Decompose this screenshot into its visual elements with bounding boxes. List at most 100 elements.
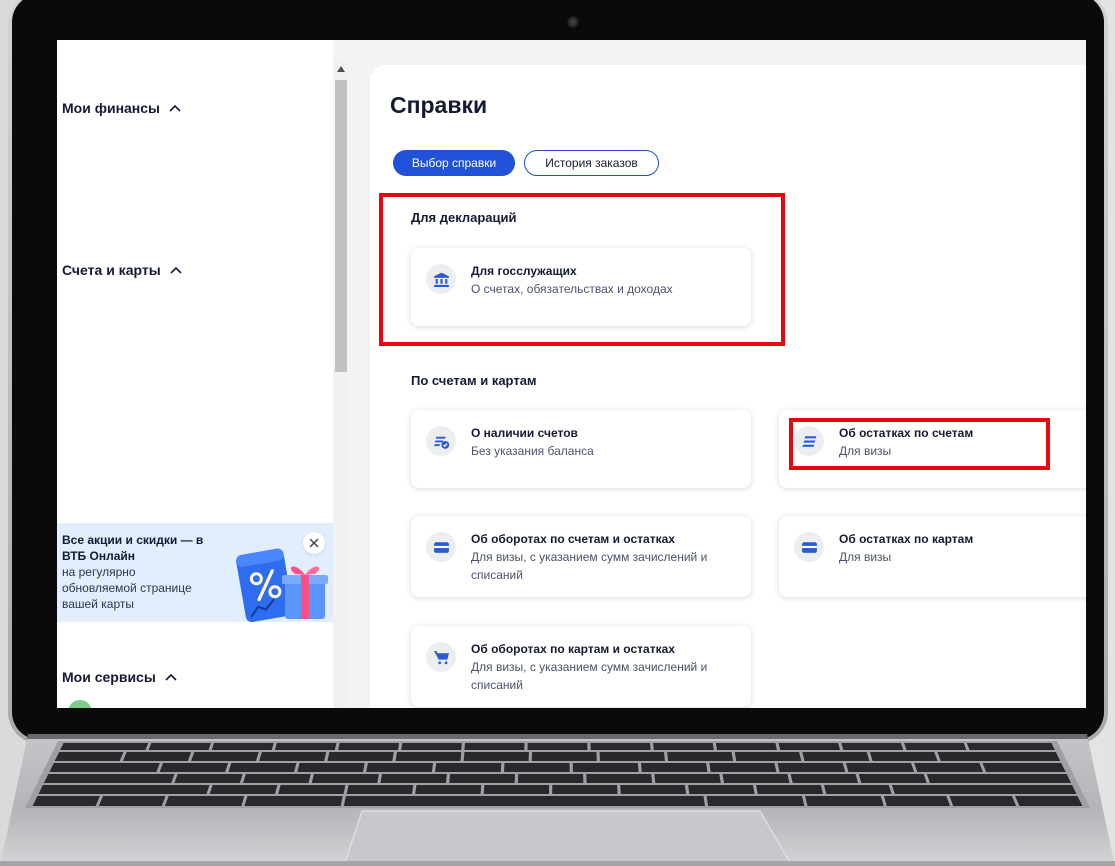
- webcam: [567, 16, 579, 28]
- keyboard-key: [706, 796, 805, 806]
- card-title: Для госслужащих: [471, 264, 577, 278]
- laptop-front-edge: [0, 861, 1115, 866]
- card-text: Об остатках по счетам Для визы: [839, 424, 1086, 460]
- keyboard-key: [338, 743, 400, 750]
- sidebar: Мои финансы Счета и карты Все акции и ск…: [57, 40, 333, 708]
- keyboard-key: [174, 774, 243, 783]
- sidebar-section-my-finances[interactable]: Мои финансы: [62, 98, 181, 118]
- certificate-card-account-balances[interactable]: Об остатках по счетам Для визы: [779, 410, 1086, 488]
- keyboard-key: [60, 743, 149, 750]
- keyboard-key: [756, 785, 824, 794]
- keyboard-key: [824, 785, 892, 794]
- tab-choose-certificate[interactable]: Выбор справки: [393, 150, 515, 176]
- keyboard-key: [415, 785, 482, 794]
- card-subtitle: Для визы, с указанием сумм зачислений и …: [471, 660, 708, 692]
- keyboard-key: [274, 743, 337, 750]
- keyboard-key: [937, 752, 1061, 761]
- keyboard-key: [449, 774, 515, 783]
- keyboard-key: [654, 774, 721, 783]
- certificate-card-card-turnover[interactable]: Об оборотах по картам и остатках Для виз…: [411, 626, 751, 707]
- keyboard-key: [586, 774, 653, 783]
- keyboard-key: [209, 785, 278, 794]
- card-icon: [794, 532, 824, 562]
- keyboard-key: [148, 743, 211, 750]
- keyboard-key: [734, 752, 802, 761]
- card-text: Об остатках по картам Для визы: [839, 530, 1086, 566]
- certificate-card-card-balances[interactable]: Об остатках по картам Для визы: [779, 516, 1086, 597]
- scrollbar-thumb[interactable]: [335, 80, 347, 372]
- keyboard-key: [483, 785, 550, 794]
- main-panel: Справки Выбор справки История заказов Дл…: [370, 65, 1086, 708]
- keyboard-key: [620, 785, 687, 794]
- keyboard-key: [667, 752, 734, 761]
- tabs: Выбор справки История заказов: [393, 150, 659, 176]
- keyboard-key: [1015, 796, 1083, 806]
- keyboard-key: [653, 743, 714, 750]
- laptop-hinge: [27, 734, 1088, 739]
- promo-illustration: [236, 548, 328, 622]
- promo-close-button[interactable]: [303, 532, 325, 554]
- chevron-up-icon: [165, 673, 177, 681]
- promo-banner[interactable]: Все акции и скидки — в ВТБ Онлайн на рег…: [57, 523, 333, 622]
- keyboard-key: [259, 752, 327, 761]
- keyboard-key: [463, 752, 529, 761]
- keyboard-key: [244, 796, 343, 806]
- certificate-card-civil-servants[interactable]: Для госслужащих О счетах, обязательствах…: [411, 248, 751, 326]
- keyboard-key: [401, 743, 462, 750]
- keyboard-key: [228, 763, 297, 772]
- promo-text: Все акции и скидки — в ВТБ Онлайн на рег…: [62, 532, 203, 612]
- chevron-up-icon: [170, 266, 182, 274]
- keyboard-key: [327, 752, 394, 761]
- trackpad[interactable]: [343, 810, 793, 866]
- keyboard-key: [464, 743, 525, 750]
- chevron-up-icon: [169, 104, 181, 112]
- sidebar-section-label: Счета и карты: [62, 262, 161, 278]
- sidebar-section-my-services[interactable]: Мои сервисы: [62, 667, 177, 687]
- promo-title-line: Все акции и скидки — в: [62, 533, 204, 547]
- keyboard-key: [278, 785, 346, 794]
- keyboard-key: [311, 774, 379, 783]
- keyboard-key: [966, 743, 1055, 750]
- keyboard-key: [504, 763, 570, 772]
- card-text: О наличии счетов Без указания баланса: [471, 424, 743, 460]
- keyboard-key: [883, 796, 950, 806]
- keyboard-key: [243, 774, 311, 783]
- keyboard-key: [590, 743, 651, 750]
- keyboard-key: [904, 743, 967, 750]
- card-text: Об оборотах по счетам и остатках Для виз…: [471, 530, 743, 584]
- keyboard-key: [32, 796, 100, 806]
- sidebar-scrollbar[interactable]: [334, 60, 348, 708]
- certificate-card-accounts-existence[interactable]: О наличии счетов Без указания баланса: [411, 410, 751, 488]
- keyboard-key: [49, 763, 160, 772]
- keyboard-key: [343, 796, 705, 806]
- certificate-card-account-turnover[interactable]: Об оборотах по счетам и остатках Для виз…: [411, 516, 751, 597]
- card-subtitle: Для визы: [839, 444, 892, 458]
- keyboard-key: [159, 763, 229, 772]
- keyboard-key: [531, 752, 597, 761]
- keyboard-key: [722, 774, 790, 783]
- promo-text-line: обновляемой странице: [62, 581, 192, 595]
- keyboard-key: [891, 785, 1077, 794]
- keyboard-key: [688, 785, 755, 794]
- keyboard-key: [527, 743, 588, 750]
- sidebar-section-accounts-cards[interactable]: Счета и карты: [62, 260, 182, 280]
- card-subtitle: Для визы: [839, 550, 892, 564]
- scroll-up-arrow-icon[interactable]: [337, 66, 345, 72]
- keyboard-key: [435, 763, 502, 772]
- keyboard-key: [841, 743, 904, 750]
- accounts-check-icon: [426, 426, 456, 456]
- card-title: Об оборотах по счетам и остатках: [471, 532, 675, 546]
- service-avatar-icon[interactable]: [68, 700, 92, 708]
- laptop-base: [0, 734, 1115, 866]
- keyboard-key: [802, 752, 870, 761]
- tab-order-history[interactable]: История заказов: [524, 150, 659, 176]
- sidebar-section-label: Мои сервисы: [62, 669, 156, 685]
- keyboard-key: [165, 796, 245, 806]
- card-subtitle: Без указания баланса: [471, 444, 594, 458]
- keyboard-key: [380, 774, 447, 783]
- keyboard-key: [122, 752, 192, 761]
- sidebar-section-label: Мои финансы: [62, 100, 161, 116]
- laptop-mockup: Мои финансы Счета и карты Все акции и ск…: [0, 0, 1115, 866]
- keyboard-key: [926, 774, 1072, 783]
- section-title-accounts-cards: По счетам и картам: [411, 373, 537, 388]
